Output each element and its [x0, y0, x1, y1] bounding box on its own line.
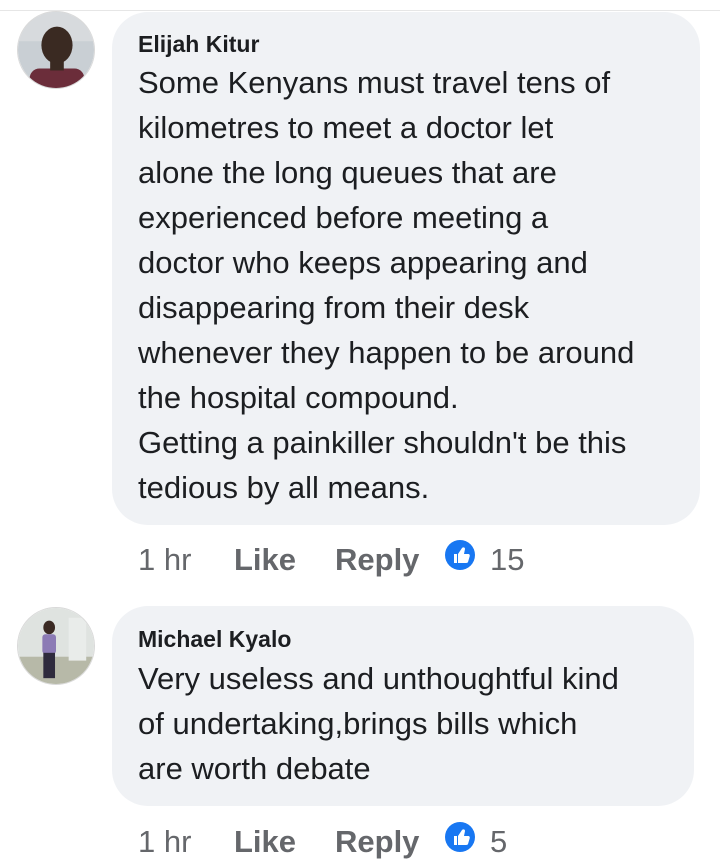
comment-text-line: alone the long queues that are: [138, 155, 557, 190]
like-button[interactable]: Like: [234, 540, 296, 580]
comment-text-line: whenever they happen to be around: [138, 335, 635, 370]
comment-actions: 1 hr Like Reply 5: [138, 822, 698, 862]
comment-text-line: the hospital compound.: [138, 380, 459, 415]
comment-text-line: Some Kenyans must travel tens of: [138, 65, 611, 100]
comment-timestamp[interactable]: 1 hr: [138, 822, 191, 862]
comment-text-line: Getting a painkiller shouldn't be this: [138, 425, 627, 460]
avatar-photo: [18, 608, 94, 684]
top-divider: [0, 0, 720, 11]
reaction-count[interactable]: 5: [490, 822, 507, 862]
comment-text: Some Kenyans must travel tens of kilomet…: [138, 60, 680, 510]
comment-bubble: Elijah Kitur Some Kenyans must travel te…: [112, 12, 700, 525]
like-button[interactable]: Like: [234, 822, 296, 862]
thumbs-up-icon[interactable]: [445, 540, 475, 570]
comment-text-line: experienced before meeting a: [138, 200, 549, 235]
reaction-count[interactable]: 15: [490, 540, 524, 580]
comment-bubble: Michael Kyalo Very useless and unthought…: [112, 606, 694, 806]
comment-timestamp[interactable]: 1 hr: [138, 540, 191, 580]
comment-text-line: tedious by all means.: [138, 470, 430, 505]
comment-text-line: kilometres to meet a doctor let: [138, 110, 554, 145]
comment-text-line: Very useless and unthoughtful kind: [138, 661, 619, 696]
comment-text-line: are worth debate: [138, 751, 371, 786]
reply-button[interactable]: Reply: [335, 822, 419, 862]
avatar-photo: [18, 12, 94, 88]
avatar[interactable]: [17, 11, 95, 89]
comment-text-line: of undertaking,brings bills which: [138, 706, 578, 741]
thumbs-up-icon[interactable]: [445, 822, 475, 852]
comment-actions: 1 hr Like Reply 15: [138, 540, 698, 580]
comment-author[interactable]: Elijah Kitur: [138, 31, 259, 58]
avatar[interactable]: [17, 607, 95, 685]
comment-author[interactable]: Michael Kyalo: [138, 626, 291, 653]
comment-text-line: disappearing from their desk: [138, 290, 530, 325]
comment-text-line: doctor who keeps appearing and: [138, 245, 588, 280]
reply-button[interactable]: Reply: [335, 540, 419, 580]
comment-text: Very useless and unthoughtful kind of un…: [138, 656, 674, 791]
